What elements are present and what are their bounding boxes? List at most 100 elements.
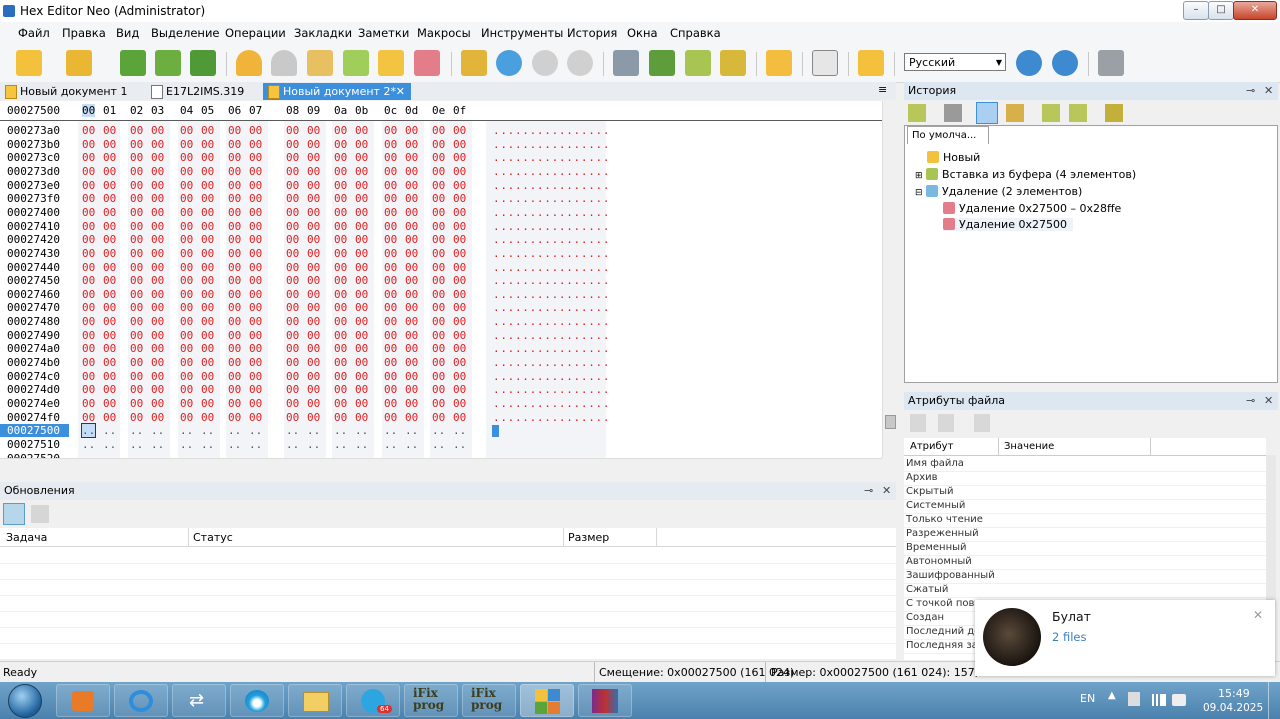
hex-byte[interactable]: 00 — [103, 192, 116, 205]
binary-icon[interactable] — [720, 50, 746, 76]
hex-byte[interactable]: .. — [453, 438, 466, 451]
pattern-icon[interactable] — [812, 50, 838, 76]
hex-byte[interactable]: 00 — [334, 301, 347, 314]
hex-byte[interactable]: 00 — [286, 233, 299, 246]
hex-byte[interactable]: 00 — [453, 342, 466, 355]
hex-byte[interactable]: 00 — [82, 247, 95, 260]
hex-byte[interactable]: 00 — [384, 151, 397, 164]
attribute-row[interactable]: Архив — [904, 471, 1266, 486]
hex-byte[interactable]: 00 — [151, 220, 164, 233]
hex-byte[interactable]: 00 — [151, 288, 164, 301]
hex-byte[interactable]: 00 — [307, 165, 320, 178]
save-icon[interactable] — [120, 50, 146, 76]
row-address[interactable]: 00027420 — [7, 233, 60, 246]
hex-byte[interactable]: 00 — [103, 261, 116, 274]
hex-byte[interactable]: .. — [405, 438, 418, 451]
hex-byte[interactable]: 00 — [384, 220, 397, 233]
close-icon[interactable]: ✕ — [1264, 82, 1273, 100]
hex-byte[interactable]: 00 — [130, 247, 143, 260]
hex-byte[interactable]: 00 — [103, 179, 116, 192]
hex-byte[interactable]: 00 — [201, 315, 214, 328]
hex-byte[interactable]: 00 — [453, 261, 466, 274]
status-column-header[interactable]: Статус — [193, 531, 233, 544]
ascii-row[interactable]: ................ — [493, 220, 610, 233]
hex-byte[interactable]: 00 — [249, 356, 262, 369]
hex-byte[interactable]: 00 — [103, 370, 116, 383]
hex-byte[interactable]: 00 — [151, 411, 164, 424]
hex-byte[interactable]: 00 — [201, 124, 214, 137]
attributes-scrollbar[interactable] — [1266, 455, 1276, 605]
globe-icon[interactable] — [1016, 50, 1042, 76]
hex-byte[interactable]: 00 — [180, 124, 193, 137]
hex-byte[interactable]: 00 — [453, 220, 466, 233]
cut-icon[interactable] — [307, 50, 333, 76]
hex-byte[interactable]: 00 — [103, 383, 116, 396]
hex-byte[interactable]: 00 — [286, 288, 299, 301]
hex-byte[interactable]: 00 — [249, 274, 262, 287]
row-address[interactable]: 00027460 — [7, 288, 60, 301]
hex-byte[interactable]: 00 — [228, 247, 241, 260]
hex-byte[interactable]: 00 — [249, 220, 262, 233]
hex-byte[interactable]: 00 — [286, 301, 299, 314]
hex-byte[interactable]: 00 — [384, 397, 397, 410]
hex-byte[interactable]: 00 — [130, 165, 143, 178]
row-address[interactable]: 00027430 — [7, 247, 60, 260]
hex-byte[interactable]: 00 — [334, 315, 347, 328]
hex-byte[interactable]: 00 — [453, 274, 466, 287]
hex-byte[interactable]: 00 — [130, 220, 143, 233]
pin-icon[interactable]: ⊸ — [1246, 392, 1255, 410]
attribute-row[interactable]: Имя файла — [904, 457, 1266, 472]
hex-byte[interactable]: 00 — [384, 383, 397, 396]
download-icon[interactable] — [3, 503, 25, 525]
hex-byte[interactable]: 00 — [103, 206, 116, 219]
hex-byte[interactable]: 00 — [228, 206, 241, 219]
hex-byte[interactable]: 00 — [180, 329, 193, 342]
hex-byte[interactable]: 00 — [405, 206, 418, 219]
hex-byte[interactable]: 00 — [384, 206, 397, 219]
hex-byte[interactable]: 00 — [453, 315, 466, 328]
menu-file[interactable]: Файл — [18, 26, 50, 40]
hex-byte[interactable]: 00 — [384, 138, 397, 151]
open-folder-icon[interactable] — [461, 50, 487, 76]
hex-byte[interactable]: 00 — [286, 247, 299, 260]
menu-notes[interactable]: Заметки — [358, 26, 409, 40]
ascii-row[interactable]: ................ — [493, 342, 610, 355]
hex-byte[interactable]: 00 — [286, 206, 299, 219]
hex-byte[interactable]: 00 — [286, 397, 299, 410]
hex-byte[interactable]: 00 — [82, 138, 95, 151]
hex-byte[interactable]: 00 — [82, 165, 95, 178]
hex-byte[interactable]: 00 — [432, 247, 445, 260]
hex-byte[interactable]: 00 — [82, 397, 95, 410]
hex-editor-button[interactable] — [520, 684, 574, 717]
hex-byte[interactable]: 00 — [180, 370, 193, 383]
ifix-button-1[interactable]: iFix prog — [404, 684, 458, 717]
hex-byte[interactable]: 00 — [103, 247, 116, 260]
hex-byte[interactable]: 00 — [82, 179, 95, 192]
hex-byte[interactable]: 00 — [453, 165, 466, 178]
hex-byte[interactable]: 00 — [307, 247, 320, 260]
hex-byte[interactable]: 00 — [130, 288, 143, 301]
hex-byte[interactable]: 00 — [151, 356, 164, 369]
redo-icon[interactable] — [271, 50, 297, 76]
hex-byte[interactable]: 00 — [249, 411, 262, 424]
hex-byte[interactable]: 00 — [286, 274, 299, 287]
hex-byte[interactable]: 00 — [228, 165, 241, 178]
hex-byte[interactable]: 00 — [249, 124, 262, 137]
hex-byte[interactable]: 00 — [130, 179, 143, 192]
trash-icon[interactable] — [944, 104, 962, 122]
hex-byte[interactable]: 00 — [201, 179, 214, 192]
hex-byte[interactable]: 00 — [103, 356, 116, 369]
hex-byte[interactable]: 00 — [405, 233, 418, 246]
hex-byte[interactable]: 00 — [82, 220, 95, 233]
hex-byte[interactable]: 00 — [201, 370, 214, 383]
hex-byte[interactable]: 00 — [307, 397, 320, 410]
row-address[interactable]: 000273b0 — [7, 138, 60, 151]
hex-byte[interactable]: 00 — [228, 261, 241, 274]
hex-byte[interactable]: 00 — [228, 301, 241, 314]
attribute-row[interactable]: Только чтение — [904, 513, 1266, 528]
hex-byte[interactable]: 00 — [82, 315, 95, 328]
hex-byte[interactable]: 00 — [432, 220, 445, 233]
hex-byte[interactable]: 00 — [103, 411, 116, 424]
hex-byte[interactable]: 00 — [180, 356, 193, 369]
row-address[interactable]: 00027490 — [7, 329, 60, 342]
